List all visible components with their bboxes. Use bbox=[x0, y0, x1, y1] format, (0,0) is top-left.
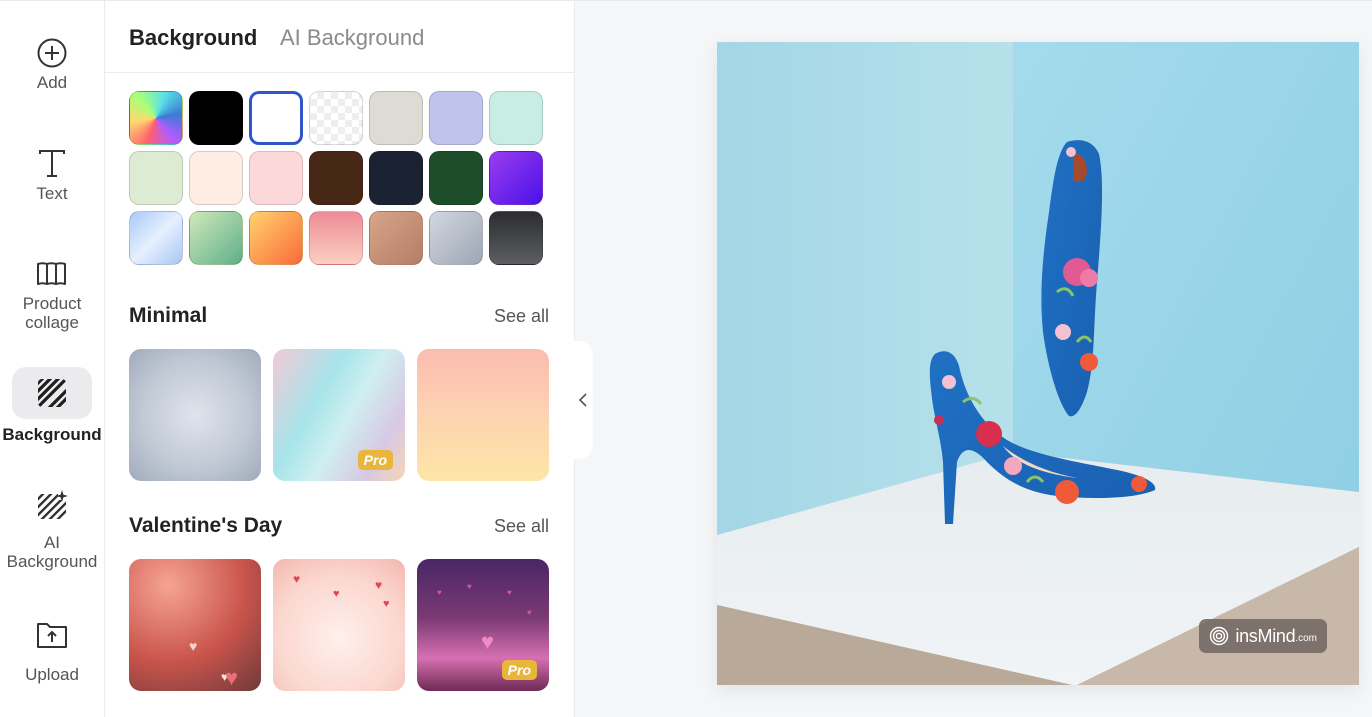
tab-ai-background[interactable]: AI Background bbox=[280, 25, 424, 51]
color-swatch-brown[interactable] bbox=[309, 151, 363, 205]
panel-tabs: Background AI Background bbox=[105, 1, 575, 73]
template-thumb-valentine-pink-hearts[interactable]: ♥ ♥ ♥ ♥ bbox=[273, 559, 405, 691]
rail-label: Text bbox=[36, 184, 68, 203]
canvas-image[interactable]: insMind .com bbox=[717, 42, 1359, 685]
rail-item-background[interactable]: Background bbox=[0, 367, 104, 444]
color-swatch-orange-gradient[interactable] bbox=[249, 211, 303, 265]
heart-icon: ♥ bbox=[383, 598, 390, 610]
color-swatch-mint[interactable] bbox=[489, 91, 543, 145]
pro-badge: Pro bbox=[501, 660, 537, 680]
upload-icon bbox=[12, 609, 92, 661]
heart-icon: ♥ bbox=[375, 578, 383, 592]
color-swatch-rainbow[interactable] bbox=[129, 91, 183, 145]
color-swatch-charcoal-gradient[interactable] bbox=[489, 211, 543, 265]
color-swatch-sky-gradient[interactable] bbox=[129, 211, 183, 265]
background-panel: Background AI Background Minimal See all… bbox=[105, 1, 575, 717]
collage-icon bbox=[12, 248, 92, 300]
color-swatch-white[interactable] bbox=[249, 91, 303, 145]
rail-label: Product collage bbox=[22, 294, 82, 332]
section-title: Valentine's Day bbox=[129, 514, 283, 537]
heart-icon: ♥ bbox=[507, 588, 512, 597]
heart-icon: ♥ bbox=[437, 588, 442, 597]
section-header-valentines: Valentine's Day See all bbox=[129, 514, 549, 538]
template-thumb-valentine-purple-stage[interactable]: ♥ ♥ ♥ ♥ ♥ Pro bbox=[417, 559, 549, 691]
text-icon bbox=[12, 138, 92, 190]
rail-item-add[interactable]: Add bbox=[0, 27, 104, 92]
watermark-domain: .com bbox=[1295, 633, 1317, 644]
rail-item-text[interactable]: Text bbox=[0, 138, 104, 203]
heart-icon: ♥ bbox=[467, 582, 472, 591]
rail-item-upload[interactable]: Upload bbox=[0, 609, 104, 684]
color-swatch-purple[interactable] bbox=[489, 151, 543, 205]
template-thumb-minimal-pastel[interactable]: Pro bbox=[273, 349, 405, 481]
chevron-left-icon bbox=[578, 393, 587, 407]
insmind-watermark[interactable]: insMind .com bbox=[1199, 619, 1327, 653]
color-swatch-tan-gradient[interactable] bbox=[369, 211, 423, 265]
see-all-minimal-link[interactable]: See all bbox=[494, 306, 549, 327]
color-swatch-green-gradient[interactable] bbox=[189, 211, 243, 265]
pro-badge: Pro bbox=[357, 450, 393, 470]
color-swatch-forest[interactable] bbox=[429, 151, 483, 205]
heart-icon: ♥ bbox=[189, 638, 198, 654]
color-swatch-navy[interactable] bbox=[369, 151, 423, 205]
color-swatch-warm-gray[interactable] bbox=[369, 91, 423, 145]
rail-label: Add bbox=[36, 73, 68, 92]
color-swatch-pink[interactable] bbox=[249, 151, 303, 205]
color-swatch-peach[interactable] bbox=[189, 151, 243, 205]
heart-icon: ♥ bbox=[333, 588, 340, 600]
insmind-logo-icon bbox=[1210, 626, 1229, 646]
tab-background[interactable]: Background bbox=[129, 25, 257, 51]
color-swatch-rose-gradient[interactable] bbox=[309, 211, 363, 265]
background-icon bbox=[12, 367, 92, 419]
rail-label: AI Background bbox=[6, 533, 98, 571]
rail-label: Background bbox=[2, 425, 102, 444]
heart-icon: ♥ bbox=[527, 608, 532, 617]
template-thumb-valentine-red-bokeh[interactable]: ♥ ♥ ♥ bbox=[129, 559, 261, 691]
rail-label: Upload bbox=[25, 665, 79, 684]
section-header-minimal: Minimal See all bbox=[129, 304, 549, 328]
ai-background-icon bbox=[12, 479, 92, 531]
color-swatch-lavender[interactable] bbox=[429, 91, 483, 145]
watermark-brand: insMind bbox=[1235, 625, 1296, 646]
valentines-thumbnails: ♥ ♥ ♥ ♥ ♥ ♥ ♥ ♥ ♥ ♥ ♥ ♥ Pro bbox=[129, 559, 549, 691]
color-swatch-silver-gradient[interactable] bbox=[429, 211, 483, 265]
rail-item-ai-background[interactable]: AI Background bbox=[0, 479, 104, 571]
template-thumb-minimal-gray[interactable] bbox=[129, 349, 261, 481]
heart-icon: ♥ bbox=[225, 665, 239, 690]
see-all-valentines-link[interactable]: See all bbox=[494, 516, 549, 537]
rail-item-product-collage[interactable]: Product collage bbox=[0, 248, 104, 332]
product-photo bbox=[717, 42, 1359, 685]
section-title: Minimal bbox=[129, 304, 208, 327]
color-swatch-grid bbox=[129, 91, 543, 265]
color-swatch-pale-green[interactable] bbox=[129, 151, 183, 205]
collapse-panel-button[interactable] bbox=[573, 341, 593, 459]
editor-app: Add Text Product collage Background AI B bbox=[0, 0, 1372, 717]
heart-icon: ♥ bbox=[293, 572, 301, 586]
tool-rail: Add Text Product collage Background AI B bbox=[0, 1, 105, 717]
add-circle-icon bbox=[12, 27, 92, 79]
template-thumb-minimal-peach[interactable] bbox=[417, 349, 549, 481]
color-swatch-black[interactable] bbox=[189, 91, 243, 145]
heart-icon: ♥ bbox=[481, 629, 495, 654]
minimal-thumbnails: Pro bbox=[129, 349, 549, 481]
color-swatch-transparent[interactable] bbox=[309, 91, 363, 145]
